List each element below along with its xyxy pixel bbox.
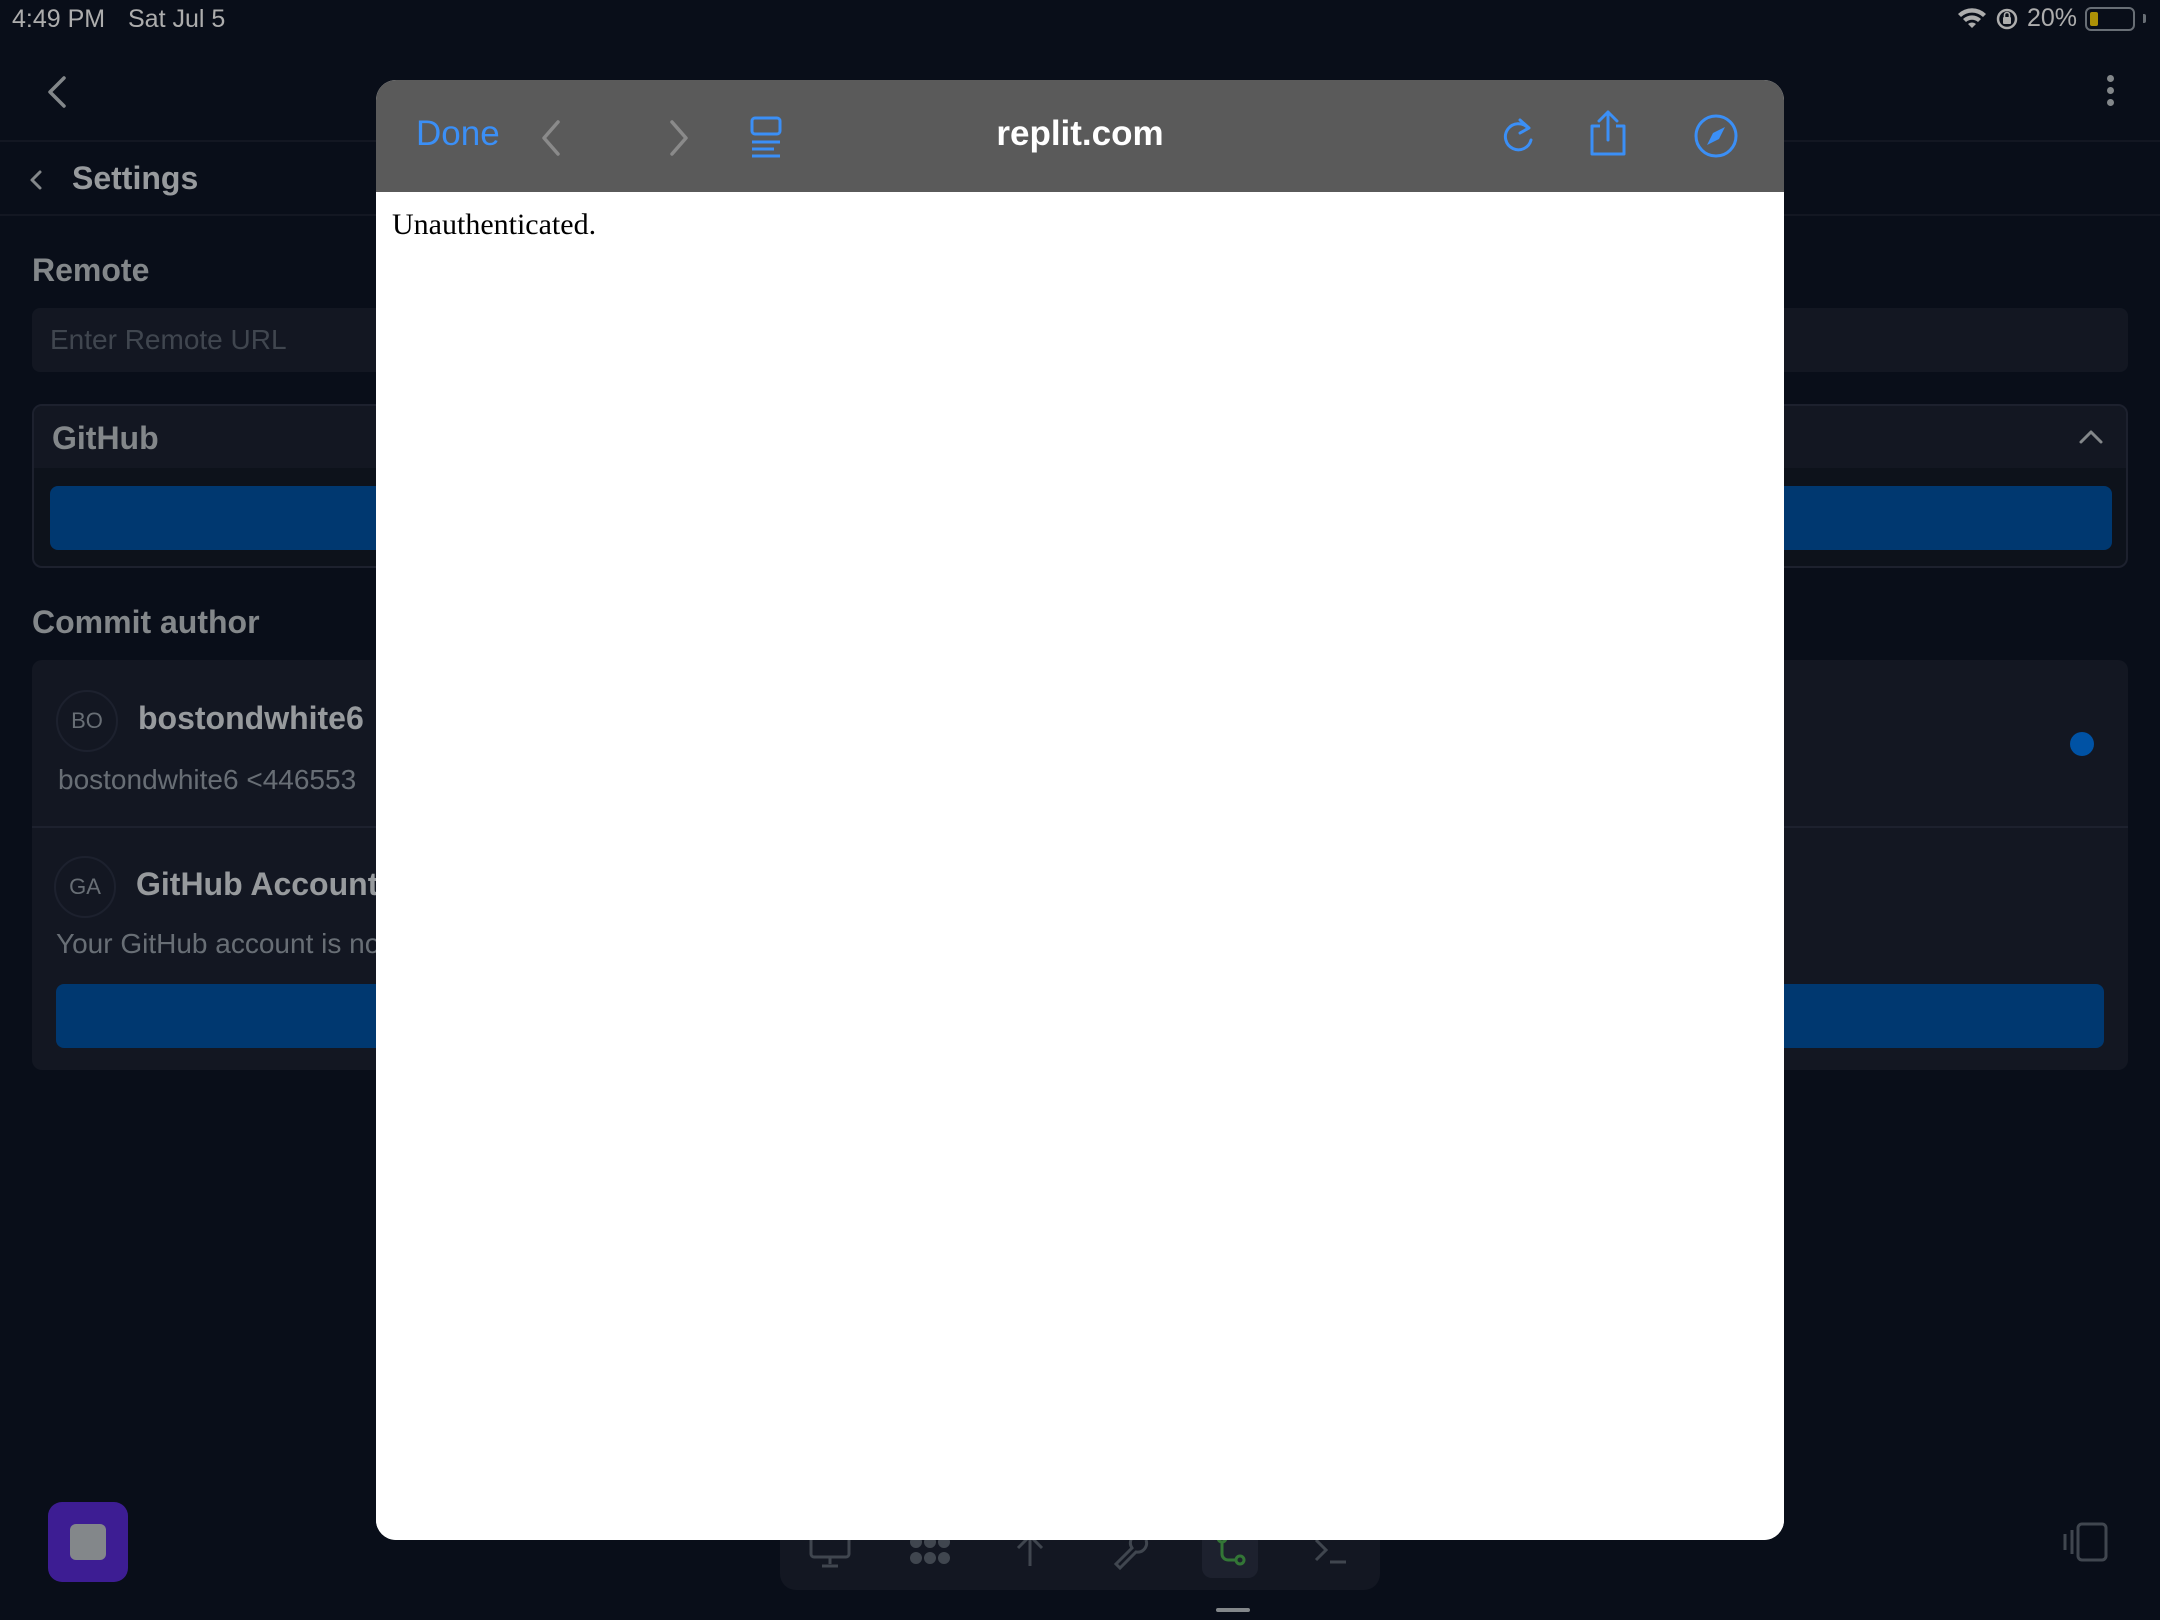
in-app-browser-sheet: Done replit.com Unauthenticated. bbox=[376, 80, 1784, 1540]
url-title: replit.com bbox=[996, 114, 1164, 153]
web-content: Unauthenticated. bbox=[376, 192, 1784, 1540]
open-in-safari-icon[interactable] bbox=[1692, 112, 1740, 160]
reload-icon[interactable] bbox=[1498, 114, 1538, 158]
page-message: Unauthenticated. bbox=[392, 208, 597, 241]
share-icon[interactable] bbox=[1586, 108, 1630, 158]
browser-toolbar: Done replit.com bbox=[376, 80, 1784, 192]
